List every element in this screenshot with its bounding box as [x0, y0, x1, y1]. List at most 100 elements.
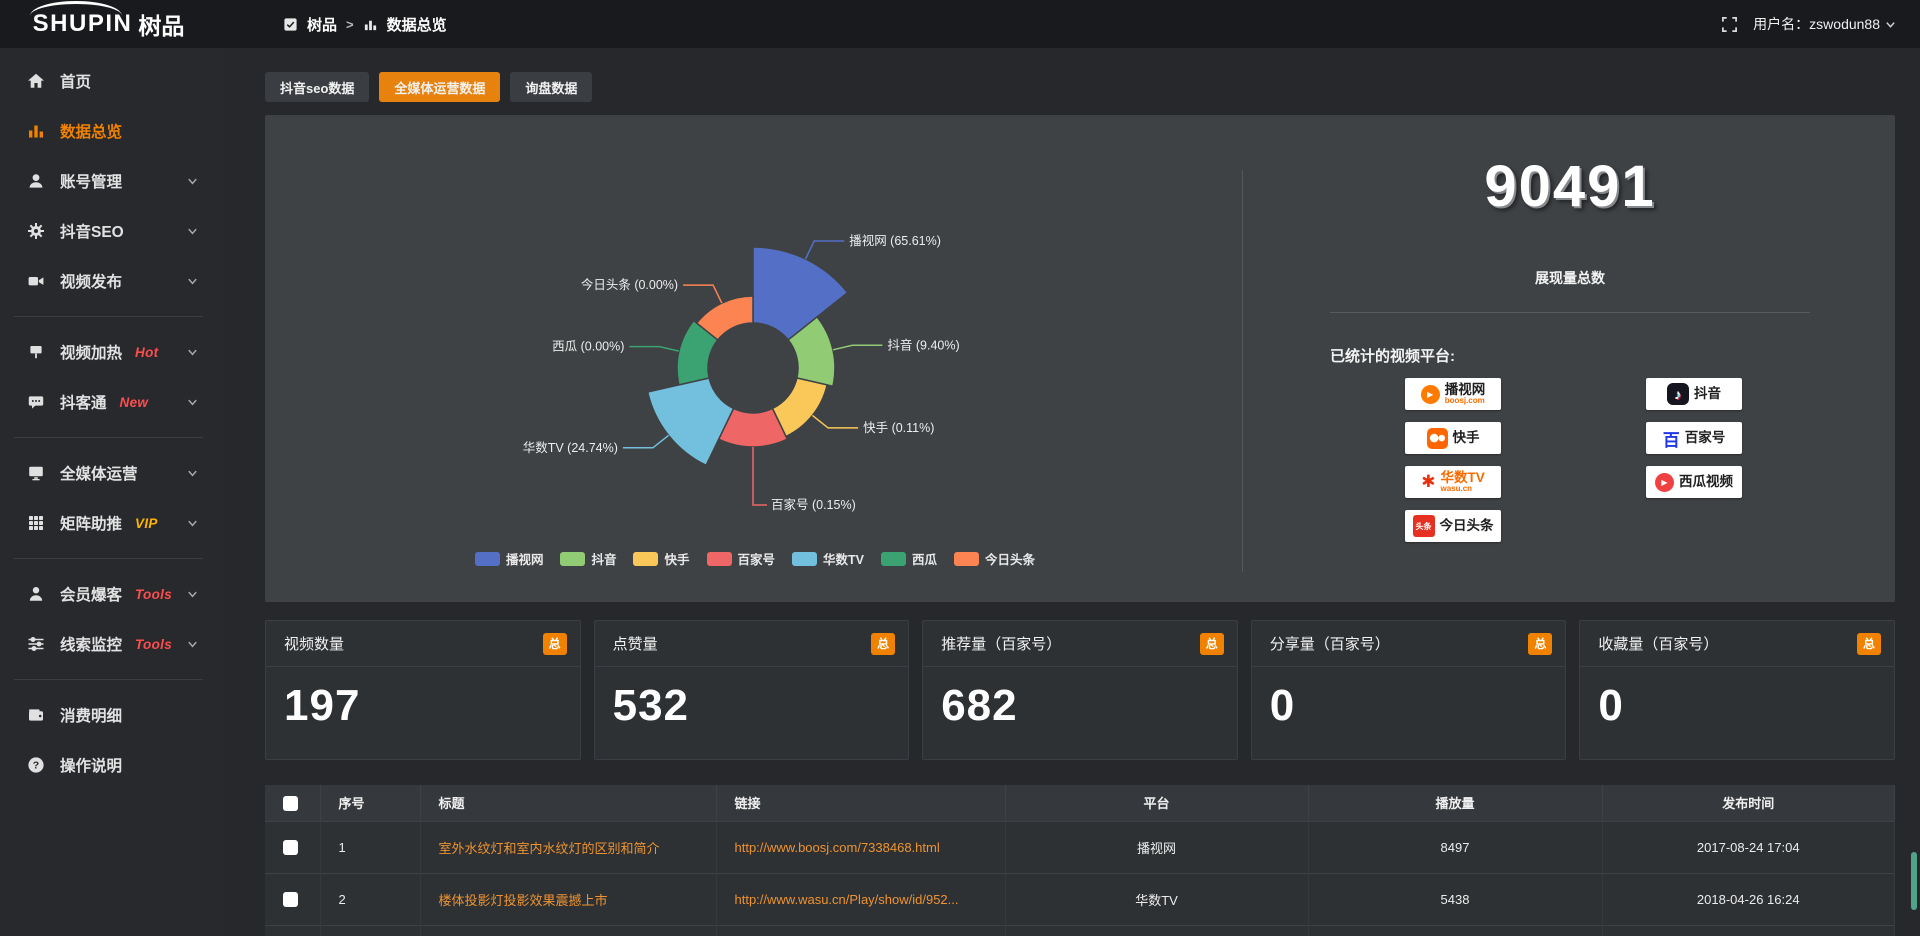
- select-all-checkbox[interactable]: [283, 796, 298, 811]
- sidebar-item-label: 首页: [60, 70, 91, 92]
- legend-item-3[interactable]: 快手: [633, 549, 689, 568]
- chevron-down-icon: [186, 396, 199, 409]
- tab-2[interactable]: 全媒体运营数据: [379, 72, 500, 102]
- sidebar-item-home[interactable]: 首页: [0, 56, 217, 106]
- sidebar-item-clue[interactable]: 线索监控Tools: [0, 619, 217, 669]
- stat-card-label: 收藏量（百家号）: [1598, 633, 1718, 654]
- boosj-logo-icon: ▶: [1421, 385, 1440, 404]
- sidebar-item-media[interactable]: 全媒体运营: [0, 448, 217, 498]
- chart-legend: 播视网抖音快手百家号华数TV 西瓜今日头条: [265, 549, 1245, 568]
- sidebar-badge: Tools: [135, 587, 172, 602]
- sidebar-item-member[interactable]: 会员爆客 Tools: [0, 569, 217, 619]
- chat-icon: [27, 393, 45, 411]
- tab-3[interactable]: 询盘数据: [510, 72, 592, 102]
- table-header-row: 序号标题链接平台播放量发布时间: [265, 785, 1895, 821]
- sidebar-item-gear[interactable]: 抖音SEO: [0, 206, 217, 256]
- tab-1[interactable]: 抖音seo数据: [265, 72, 369, 102]
- legend-swatch: [633, 552, 658, 566]
- row-url-link[interactable]: http://www.boosj.com/7338468.html: [716, 821, 1005, 873]
- legend-item-1[interactable]: 播视网: [475, 549, 544, 568]
- stat-card-value: 0: [1580, 667, 1894, 731]
- sidebar-badge: VIP: [135, 516, 158, 531]
- row-checkbox[interactable]: [283, 840, 298, 855]
- platform-logo-boosj: ▶播视网boosj.com: [1405, 378, 1501, 410]
- platform-domain: boosj.com: [1445, 397, 1485, 405]
- stat-card-header: 推荐量（百家号）总: [923, 621, 1237, 667]
- pie-slice-5[interactable]: [648, 378, 734, 465]
- summary-divider-line: [1330, 312, 1810, 313]
- sidebar-item-heat[interactable]: 视频加热Hot: [0, 327, 217, 377]
- app-logo[interactable]: SHUPIN 树品: [0, 0, 217, 48]
- table-header-5: 播放量: [1308, 785, 1602, 821]
- platforms-title: 已统计的视频平台:: [1330, 345, 1455, 366]
- sidebar-item-data[interactable]: 数据总览: [0, 106, 217, 156]
- row-url-link[interactable]: [716, 925, 1005, 936]
- chevron-down-icon: [186, 175, 199, 188]
- stat-card-label: 推荐量（百家号）: [941, 633, 1061, 654]
- row-views: 5438: [1308, 873, 1602, 925]
- platform-logo-baijia: 百百家号: [1646, 422, 1742, 454]
- sidebar-divider: [14, 316, 203, 317]
- chevron-down-icon: [186, 275, 199, 288]
- breadcrumb-separator: >: [346, 17, 354, 32]
- user-menu[interactable]: 用户名：zswodun88: [1753, 14, 1896, 34]
- breadcrumb-root[interactable]: 树品: [307, 14, 337, 35]
- platform-logo-text: 抖音: [1694, 387, 1721, 401]
- breadcrumb-home-icon: [283, 17, 298, 32]
- page-scrollbar-thumb[interactable]: [1911, 852, 1917, 910]
- row-publish-time: 2018-04-26 16:24: [1602, 873, 1895, 925]
- sidebar-item-label: 操作说明: [60, 754, 122, 776]
- pie-slice-1[interactable]: [753, 247, 848, 340]
- pie-label-leader: [753, 447, 767, 505]
- platform-logo-text: 西瓜视频: [1679, 475, 1733, 489]
- sidebar-item-label: 会员爆客: [60, 583, 122, 605]
- platform-name: 百家号: [1685, 431, 1726, 445]
- platform-share-rose-chart: 播视网 (65.61%)抖音 (9.40%)快手 (0.11%)百家号 (0.1…: [265, 115, 1245, 602]
- sidebar-divider: [14, 437, 203, 438]
- sidebar-nav: 首页数据总览账号管理抖音SEO视频发布视频加热Hot抖客通New 全媒体运营矩阵助…: [0, 48, 217, 936]
- sidebar-item-consume[interactable]: 消费明细: [0, 690, 217, 740]
- video-table: 序号标题链接平台播放量发布时间 1室外水纹灯和室内水纹灯的区别和简介http:/…: [265, 785, 1895, 936]
- sidebar-item-label: 线索监控: [60, 633, 122, 655]
- stat-card-label: 视频数量: [284, 633, 344, 654]
- row-url-link[interactable]: http://www.wasu.cn/Play/show/id/952...: [716, 873, 1005, 925]
- logo-subtext: 树品: [138, 7, 184, 41]
- pie-label: 华数TV (24.74%): [523, 440, 618, 455]
- breadcrumb: 树品 > 数据总览: [283, 14, 447, 35]
- sidebar-item-label: 视频加热: [60, 341, 122, 363]
- platform-logo-text: 快手: [1453, 431, 1480, 445]
- breadcrumb-chart-icon: [363, 17, 378, 32]
- platform-logo-douyin: ♪ 抖音: [1646, 378, 1742, 410]
- help-icon: ?: [27, 756, 45, 774]
- stat-card-5: 收藏量（百家号）总0: [1579, 620, 1895, 760]
- row-title-link[interactable]: [420, 925, 716, 936]
- pie-label-leader: [623, 435, 669, 448]
- sidebar-item-help[interactable]: ? 操作说明: [0, 740, 217, 790]
- stat-card-4: 分享量（百家号）总0: [1251, 620, 1567, 760]
- member-icon: [27, 585, 45, 603]
- row-title-link[interactable]: 室外水纹灯和室内水纹灯的区别和简介: [420, 821, 716, 873]
- legend-label: 播视网: [506, 549, 544, 568]
- stat-card-3: 推荐量（百家号）总682: [922, 620, 1238, 760]
- legend-item-2[interactable]: 抖音: [560, 549, 616, 568]
- row-checkbox[interactable]: [283, 892, 298, 907]
- sidebar-item-video[interactable]: 视频发布: [0, 256, 217, 306]
- fullscreen-icon[interactable]: [1721, 16, 1738, 33]
- sidebar-item-matrix[interactable]: 矩阵助推VIP: [0, 498, 217, 548]
- douyin-logo-icon: ♪: [1667, 383, 1689, 405]
- table-header-2: 标题: [420, 785, 716, 821]
- video-icon: [27, 272, 45, 290]
- sidebar-item-chat[interactable]: 抖客通New: [0, 377, 217, 427]
- row-title-link[interactable]: 楼体投影灯投影效果震撼上市: [420, 873, 716, 925]
- stat-card-header: 视频数量总: [266, 621, 580, 667]
- legend-item-7[interactable]: 今日头条: [954, 549, 1035, 568]
- legend-item-6[interactable]: 西瓜: [881, 549, 937, 568]
- legend-item-4[interactable]: 百家号: [707, 549, 776, 568]
- matrix-icon: [27, 514, 45, 532]
- wasu-logo-icon: ✱: [1421, 472, 1435, 492]
- sidebar-item-user[interactable]: 账号管理: [0, 156, 217, 206]
- pie-label-leader: [833, 345, 883, 350]
- legend-item-5[interactable]: 华数TV: [792, 549, 864, 568]
- panel-vertical-divider: [1242, 170, 1243, 572]
- page-layout: 首页数据总览账号管理抖音SEO视频发布视频加热Hot抖客通New 全媒体运营矩阵助…: [0, 48, 1920, 936]
